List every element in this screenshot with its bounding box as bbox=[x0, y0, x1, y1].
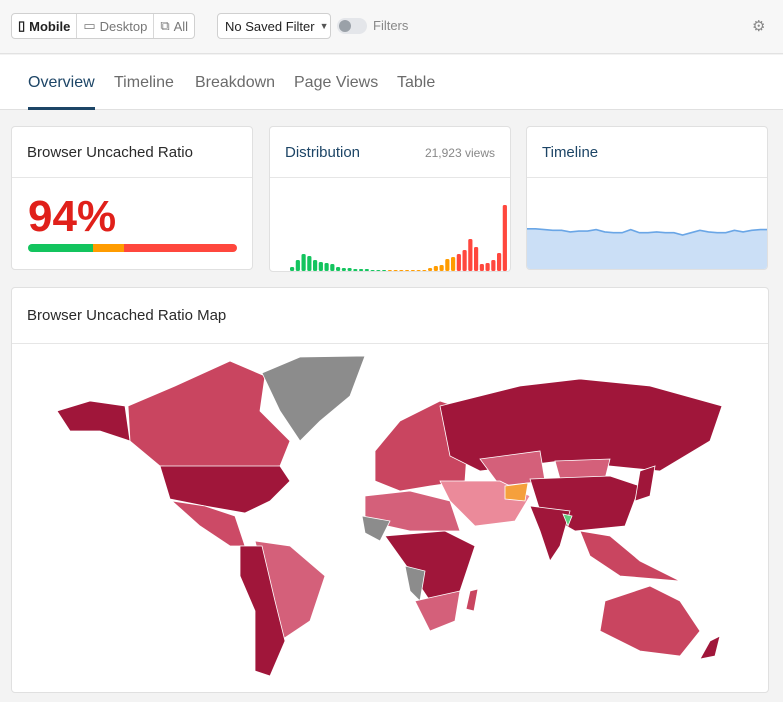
filters-label: Filters bbox=[373, 18, 409, 33]
distribution-bar[interactable] bbox=[445, 259, 450, 271]
distribution-bar[interactable] bbox=[290, 267, 295, 271]
distribution-bar[interactable] bbox=[318, 262, 323, 271]
ratio-value: 94% bbox=[28, 192, 117, 241]
country-new-zealand[interactable] bbox=[699, 635, 721, 660]
country-japan[interactable] bbox=[634, 465, 656, 502]
card-title: Timeline bbox=[542, 144, 599, 161]
distribution-bar[interactable] bbox=[376, 270, 381, 271]
country-alaska[interactable] bbox=[56, 400, 131, 442]
distribution-bar[interactable] bbox=[295, 260, 300, 271]
distribution-bar[interactable] bbox=[336, 267, 341, 271]
region-southeast-asia[interactable] bbox=[579, 530, 681, 582]
card-title: Browser Uncached Ratio bbox=[27, 144, 193, 161]
ratio-bar-segment bbox=[92, 244, 125, 252]
distribution-bar[interactable] bbox=[422, 270, 427, 271]
ratio-card[interactable]: Browser Uncached Ratio 94% bbox=[11, 126, 253, 270]
distribution-bar[interactable] bbox=[410, 270, 415, 271]
distribution-bar[interactable] bbox=[439, 265, 444, 271]
region-africa-gray[interactable] bbox=[404, 565, 426, 602]
chevron-down-icon: ▼ bbox=[319, 21, 329, 31]
country-australia[interactable] bbox=[599, 585, 701, 657]
distribution-bar[interactable] bbox=[359, 269, 364, 271]
views-count: 21,923 views bbox=[424, 146, 495, 160]
distribution-bar[interactable] bbox=[370, 270, 375, 271]
distribution-bar[interactable] bbox=[497, 253, 502, 271]
desktop-icon: ▭ bbox=[83, 18, 96, 33]
distribution-bar[interactable] bbox=[387, 270, 392, 271]
distribution-card[interactable]: Distribution 21,923 views bbox=[269, 126, 511, 272]
distribution-bar[interactable] bbox=[462, 250, 467, 271]
map-card: Browser Uncached Ratio Map bbox=[11, 287, 769, 693]
ratio-bar bbox=[28, 244, 237, 252]
tab-overview[interactable]: Overview bbox=[28, 74, 95, 92]
ratio-bar-segment bbox=[124, 244, 237, 252]
distribution-bar[interactable] bbox=[474, 247, 479, 271]
distribution-bar[interactable] bbox=[502, 205, 507, 271]
distribution-chart bbox=[290, 205, 507, 271]
distribution-bar[interactable] bbox=[399, 270, 404, 271]
distribution-bar[interactable] bbox=[347, 268, 352, 271]
toolbar: ▯ Mobile ▭ Desktop ⧉ All No Saved Filter ▼ F… bbox=[0, 0, 783, 54]
tab-table[interactable]: Table bbox=[397, 74, 435, 92]
tab-page-views[interactable]: Page Views bbox=[294, 74, 378, 92]
gear-icon[interactable]: ⚙ bbox=[752, 17, 765, 35]
distribution-bar[interactable] bbox=[416, 270, 421, 271]
region-africa-central[interactable] bbox=[384, 530, 476, 602]
distribution-bar[interactable] bbox=[324, 263, 329, 271]
region-africa-south[interactable] bbox=[414, 590, 461, 632]
timeline-card[interactable]: Timeline bbox=[526, 126, 768, 270]
mobile-icon: ▯ bbox=[18, 18, 26, 33]
world-map[interactable] bbox=[12, 344, 769, 693]
timeline-area bbox=[527, 228, 767, 269]
device-all-button[interactable]: ⧉ All bbox=[154, 14, 194, 38]
distribution-bar[interactable] bbox=[353, 269, 358, 271]
distribution-bar[interactable] bbox=[433, 266, 438, 271]
distribution-bar[interactable] bbox=[451, 257, 456, 271]
distribution-bar[interactable] bbox=[468, 239, 473, 271]
distribution-bar[interactable] bbox=[313, 260, 318, 271]
country-madagascar[interactable] bbox=[465, 588, 479, 612]
active-tab-indicator bbox=[28, 107, 95, 110]
distribution-bar[interactable] bbox=[456, 254, 461, 271]
distribution-bar[interactable] bbox=[382, 270, 387, 271]
distribution-bar[interactable] bbox=[405, 270, 410, 271]
tab-bar: Overview Timeline Breakdown Page Views T… bbox=[0, 55, 783, 110]
device-selector: ▯ Mobile ▭ Desktop ⧉ All bbox=[11, 13, 196, 39]
device-desktop-button[interactable]: ▭ Desktop bbox=[77, 14, 155, 38]
distribution-bar[interactable] bbox=[479, 264, 484, 271]
ratio-bar-segment bbox=[28, 244, 93, 252]
tab-breakdown[interactable]: Breakdown bbox=[195, 74, 275, 92]
distribution-bar[interactable] bbox=[330, 264, 335, 271]
distribution-bar[interactable] bbox=[428, 268, 433, 271]
distribution-bar[interactable] bbox=[393, 270, 398, 271]
card-title: Distribution bbox=[285, 144, 361, 161]
saved-filter-select[interactable]: No Saved Filter ▼ bbox=[217, 13, 331, 39]
distribution-bar[interactable] bbox=[364, 269, 369, 271]
distribution-bar[interactable] bbox=[491, 260, 496, 271]
country-russia[interactable] bbox=[439, 378, 723, 472]
distribution-bar[interactable] bbox=[301, 254, 306, 271]
distribution-bar[interactable] bbox=[485, 263, 490, 271]
timeline-chart bbox=[527, 228, 767, 269]
device-mobile-button[interactable]: ▯ Mobile bbox=[12, 14, 78, 38]
filters-toggle[interactable] bbox=[337, 18, 367, 34]
country-afghanistan[interactable] bbox=[504, 482, 529, 502]
tab-timeline[interactable]: Timeline bbox=[114, 74, 174, 92]
distribution-bar[interactable] bbox=[307, 256, 312, 271]
distribution-bar[interactable] bbox=[341, 268, 346, 271]
devices-icon: ⧉ bbox=[160, 18, 170, 33]
card-title: Browser Uncached Ratio Map bbox=[27, 307, 227, 324]
